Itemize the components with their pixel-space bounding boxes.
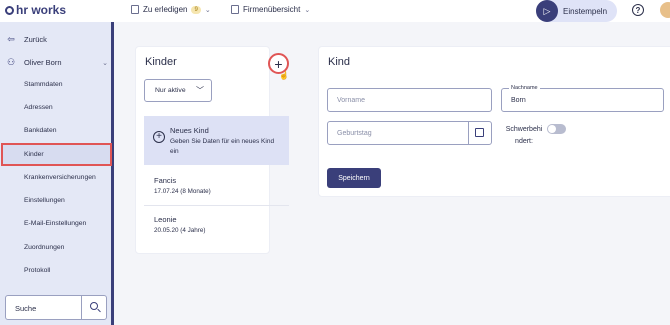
child-name: Fancis [154,176,177,185]
plus-icon: + [274,55,283,72]
top-bar: hr works Zu erledigen 9 ⌄ Firmenübersich… [0,0,670,22]
todo-menu[interactable]: Zu erledigen 9 ⌄ [131,5,211,14]
back-link[interactable]: ⇦ Zurück [6,34,47,45]
sidebar-search: Suche [5,295,107,320]
filter-value: Nur aktive [155,87,186,94]
todo-label: Zu erledigen [143,5,188,14]
sidebar-item-einstellungen[interactable]: Einstellungen [24,197,65,204]
back-label: Zurück [24,35,47,44]
help-icon[interactable]: ? [632,4,644,16]
chevron-down-icon: ⌄ [204,6,211,14]
logo-icon [5,5,14,15]
disability-toggle[interactable] [547,124,566,134]
logo-text: hr works [16,3,67,17]
search-input[interactable]: Suche [15,304,36,313]
help-symbol: ? [635,5,641,15]
pointer-cursor-icon: ☝ [279,71,289,80]
children-panel-title: Kinder [145,56,177,68]
app-logo[interactable]: hr works [5,3,66,17]
sidebar-item-protokoll[interactable]: Protokoll [24,267,50,274]
sidebar-item-stammdaten[interactable]: Stammdaten [24,81,63,88]
user-name: Oliver Born [24,58,62,67]
active-filter-select[interactable]: Nur aktive ﹀ [144,79,212,102]
save-button[interactable]: Speichern [327,168,381,188]
company-overview-label: Firmenübersicht [243,5,301,14]
calendar-divider [468,122,469,144]
child-name: Leonie [154,215,177,224]
avatar[interactable] [660,2,670,18]
building-icon [231,5,239,14]
new-child-title: Neues Kind [170,126,209,135]
list-item[interactable]: Fancis 17.07.24 (8 Monate) [154,176,211,195]
sidebar-item-zuordnungen[interactable]: Zuordnungen [24,244,64,251]
chevron-down-icon: ⌄ [102,59,108,67]
sidebar-item-krankenversicherungen[interactable]: Krankenversicherungen [24,174,96,181]
clock-in-label: Einstempeln [563,6,608,16]
company-overview-menu[interactable]: Firmenübersicht ⌄ [231,5,310,14]
list-divider [144,205,289,206]
sidebar-item-adressen[interactable]: Adressen [24,104,53,111]
clock-in-button[interactable]: ▷ Einstempeln [536,0,617,22]
child-form-title: Kind [328,56,351,68]
sidebar-item-email-einstellungen[interactable]: E-Mail-Einstellungen [24,220,86,227]
search-divider [81,296,82,319]
sidebar-item-kinder[interactable]: Kinder [24,151,44,158]
user-icon: ⚇ [6,57,16,67]
search-icon[interactable] [90,302,98,310]
child-birthdate: 17.07.24 (8 Monate) [154,188,211,195]
back-arrow-icon: ⇦ [7,34,15,44]
disability-label: Schwerbehi ndert: [505,126,543,145]
plus-circle-icon: + [153,131,165,143]
chevron-down-icon: ﹀ [196,86,204,95]
user-menu[interactable]: ⚇ Oliver Born ⌄ [6,57,108,68]
vorname-placeholder: Vorname [337,97,366,104]
nachname-field[interactable]: Nachname Born [501,85,664,112]
list-item[interactable]: Leonie 20.05.20 (4 Jahre) [154,215,205,234]
nachname-label: Nachname [509,85,540,91]
geburtstag-placeholder: Geburtstag [337,130,372,137]
sidebar: ⇦ Zurück ⚇ Oliver Born ⌄ Stammdaten Adre… [0,22,114,325]
vorname-field[interactable]: Vorname [327,88,492,112]
sidebar-item-bankdaten[interactable]: Bankdaten [24,127,57,134]
sidebar-active-highlight [1,143,112,166]
geburtstag-field[interactable]: Geburtstag [327,121,492,145]
nachname-value: Born [511,97,526,104]
play-icon: ▷ [536,0,558,22]
todo-count-badge: 9 [191,5,201,14]
new-child-item[interactable]: + Neues Kind Geben Sie Daten für ein neu… [144,116,289,165]
checklist-icon [131,5,139,14]
child-birthdate: 20.05.20 (4 Jahre) [154,227,206,234]
calendar-icon[interactable] [475,128,484,137]
chevron-down-icon: ⌄ [304,6,311,14]
new-child-subtitle: Geben Sie Daten für ein neues Kind ein [170,138,275,155]
